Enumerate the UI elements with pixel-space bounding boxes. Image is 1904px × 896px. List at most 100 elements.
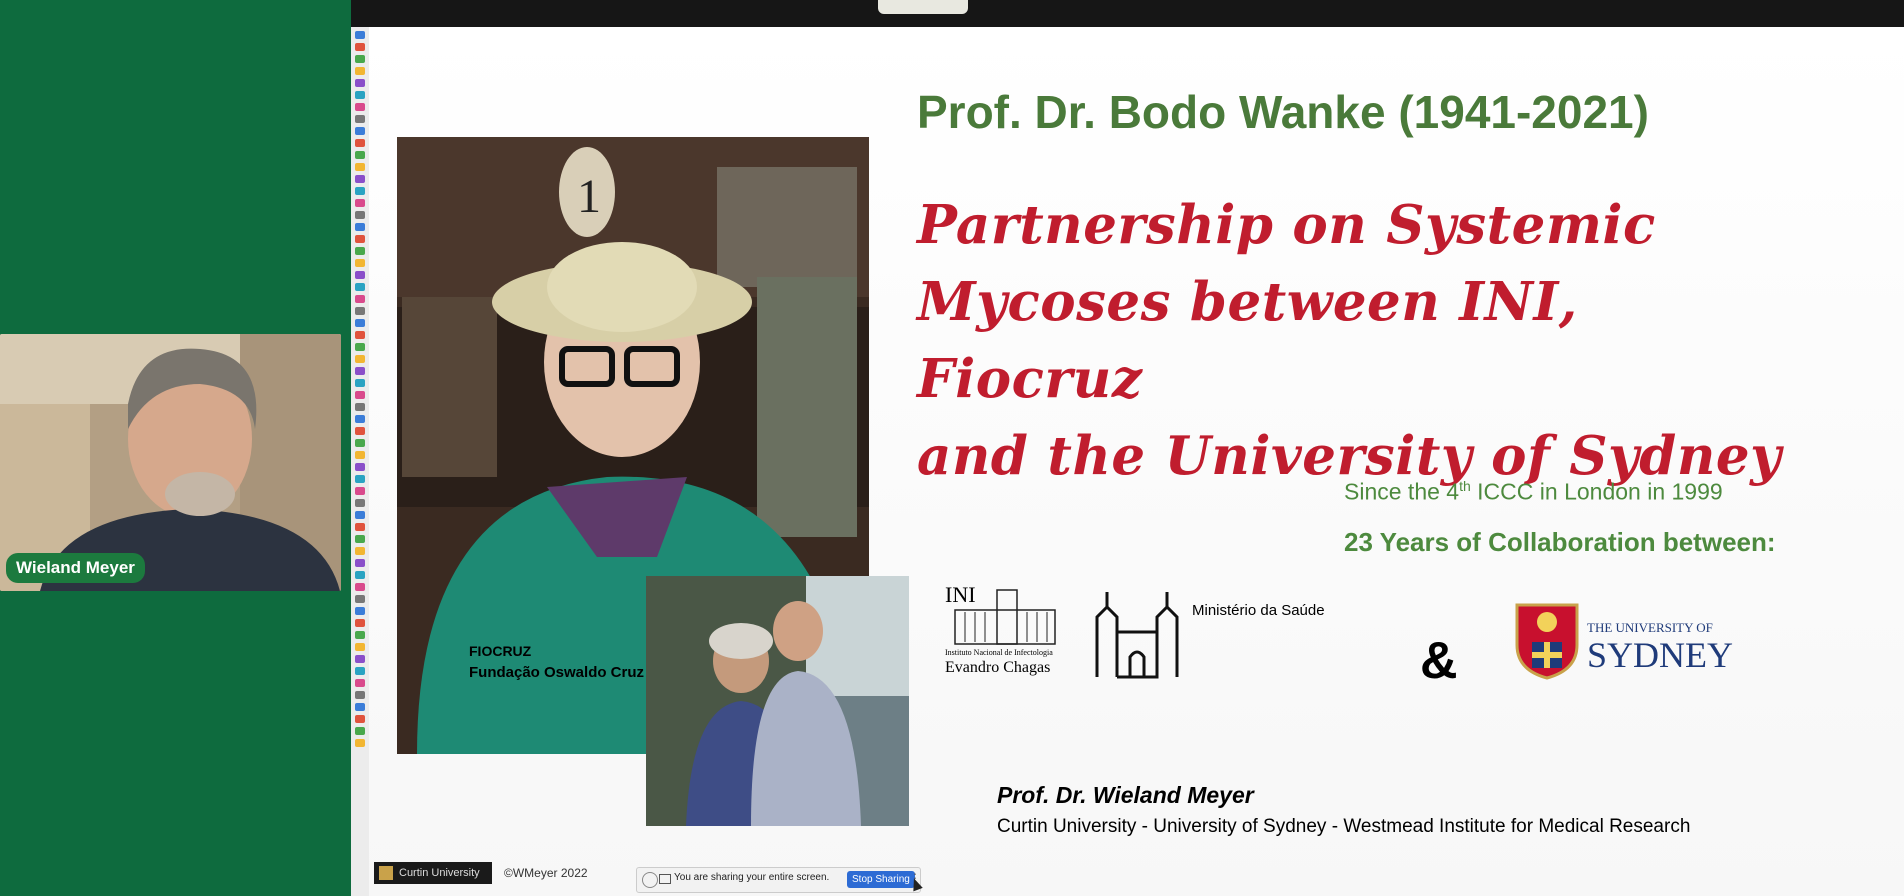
shared-screen: 1 Prof. Dr. Bodo Wanke (1941-2021) Partn… (351, 0, 1904, 896)
dock-app-icon[interactable] (355, 607, 365, 615)
dock-app-icon[interactable] (355, 619, 365, 627)
dock-app-icon[interactable] (355, 31, 365, 39)
couple-photo (646, 576, 909, 826)
dock-app-icon[interactable] (355, 139, 365, 147)
usyd-crest-icon (1515, 603, 1579, 680)
ini-acronym: INI (945, 582, 976, 607)
pause-icon[interactable] (642, 872, 658, 888)
ini-institution: Instituto Nacional de Infectologia (945, 648, 1053, 657)
dock-app-icon[interactable] (355, 535, 365, 543)
screen-top-bar (351, 0, 1904, 27)
dock-app-icon[interactable] (355, 343, 365, 351)
usyd-logo: THE UNIVERSITY OF SYDNEY (1512, 600, 1734, 710)
collaboration-heading: 23 Years of Collaboration between: (1344, 527, 1776, 557)
since-text: Since the 4th ICCC in London in 1999 (1344, 478, 1723, 506)
dock-app-icon[interactable] (355, 463, 365, 471)
dock-app-icon[interactable] (355, 187, 365, 195)
dock-app-icon[interactable] (355, 355, 365, 363)
presentation-slide: 1 Prof. Dr. Bodo Wanke (1941-2021) Partn… (369, 27, 1904, 896)
screen-share-icon (659, 874, 671, 884)
dock-app-icon[interactable] (355, 283, 365, 291)
dock-app-icon[interactable] (355, 115, 365, 123)
svg-text:1: 1 (577, 170, 601, 223)
dock-app-icon[interactable] (355, 367, 365, 375)
dock-app-icon[interactable] (355, 451, 365, 459)
dock-app-icon[interactable] (355, 643, 365, 651)
app-dock (351, 27, 370, 896)
since-superscript: th (1459, 478, 1471, 494)
share-status-text: You are sharing your entire screen. (674, 872, 830, 883)
dock-app-icon[interactable] (355, 727, 365, 735)
dock-app-icon[interactable] (355, 247, 365, 255)
share-window-handle[interactable] (878, 0, 968, 14)
ministerio-label: Ministério da Saúde (1192, 602, 1325, 619)
copyright-text: ©WMeyer 2022 (504, 866, 588, 880)
dock-app-icon[interactable] (355, 523, 365, 531)
dock-app-icon[interactable] (355, 571, 365, 579)
dock-app-icon[interactable] (355, 439, 365, 447)
dock-app-icon[interactable] (355, 43, 365, 51)
dock-app-icon[interactable] (355, 583, 365, 591)
slide-title: Prof. Dr. Bodo Wanke (1941-2021) (917, 86, 1649, 138)
dock-app-icon[interactable] (355, 271, 365, 279)
dock-app-icon[interactable] (355, 547, 365, 555)
dock-app-icon[interactable] (355, 235, 365, 243)
dock-app-icon[interactable] (355, 739, 365, 747)
fiocruz-label: FIOCRUZ (469, 643, 532, 659)
dock-app-icon[interactable] (355, 703, 365, 711)
speaker-video-tile[interactable]: Wieland Meyer (0, 334, 341, 591)
fiocruz-full-label: Fundação Oswaldo Cruz (469, 664, 645, 681)
dock-app-icon[interactable] (355, 487, 365, 495)
screen-share-bar: You are sharing your entire screen. Stop… (636, 867, 921, 893)
dock-app-icon[interactable] (355, 259, 365, 267)
dock-app-icon[interactable] (355, 655, 365, 663)
usyd-big-label: SYDNEY (1587, 635, 1734, 675)
dock-app-icon[interactable] (355, 559, 365, 567)
dock-app-icon[interactable] (355, 79, 365, 87)
dock-app-icon[interactable] (355, 151, 365, 159)
dock-app-icon[interactable] (355, 595, 365, 603)
dock-app-icon[interactable] (355, 379, 365, 387)
dock-app-icon[interactable] (355, 223, 365, 231)
dock-app-icon[interactable] (355, 199, 365, 207)
dock-app-icon[interactable] (355, 91, 365, 99)
since-suffix: ICCC in London in 1999 (1470, 478, 1723, 505)
dock-app-icon[interactable] (355, 715, 365, 723)
dock-app-icon[interactable] (355, 511, 365, 519)
dock-app-icon[interactable] (355, 103, 365, 111)
presenter-affiliation: Curtin University - University of Sydney… (997, 816, 1691, 837)
dock-app-icon[interactable] (355, 679, 365, 687)
ini-logo: INI Instituto Nacional de Infectologia E… (945, 582, 1063, 682)
slide-subtitle: Partnership on Systemic Mycoses between … (917, 187, 1817, 495)
subtitle-line: Mycoses between INI, Fiocruz (917, 271, 1578, 410)
dock-app-icon[interactable] (355, 475, 365, 483)
dock-app-icon[interactable] (355, 415, 365, 423)
dock-app-icon[interactable] (355, 331, 365, 339)
dock-app-icon[interactable] (355, 391, 365, 399)
ampersand: & (1420, 632, 1458, 690)
dock-app-icon[interactable] (355, 67, 365, 75)
dock-app-icon[interactable] (355, 691, 365, 699)
dock-app-icon[interactable] (355, 211, 365, 219)
fiocruz-logo: Ministério da Saúde (1092, 582, 1392, 692)
dock-app-icon[interactable] (355, 499, 365, 507)
fiocruz-castle-icon (1095, 592, 1179, 679)
stop-sharing-button[interactable]: Stop Sharing (847, 871, 915, 888)
since-prefix: Since the 4 (1344, 478, 1460, 505)
subtitle-line: Partnership on Systemic (917, 194, 1656, 256)
dock-app-icon[interactable] (355, 307, 365, 315)
dock-app-icon[interactable] (355, 55, 365, 63)
presenter-name: Prof. Dr. Wieland Meyer (997, 782, 1254, 808)
dock-app-icon[interactable] (355, 163, 365, 171)
dock-app-icon[interactable] (355, 319, 365, 327)
dock-app-icon[interactable] (355, 631, 365, 639)
ini-name: Evandro Chagas (945, 659, 1051, 676)
dock-app-icon[interactable] (355, 295, 365, 303)
dock-app-icon[interactable] (355, 667, 365, 675)
participant-name-tag: Wieland Meyer (6, 553, 145, 583)
dock-app-icon[interactable] (355, 175, 365, 183)
dock-app-icon[interactable] (355, 127, 365, 135)
dock-app-icon[interactable] (355, 403, 365, 411)
curtin-footer-logo: Curtin University (374, 862, 492, 884)
dock-app-icon[interactable] (355, 427, 365, 435)
